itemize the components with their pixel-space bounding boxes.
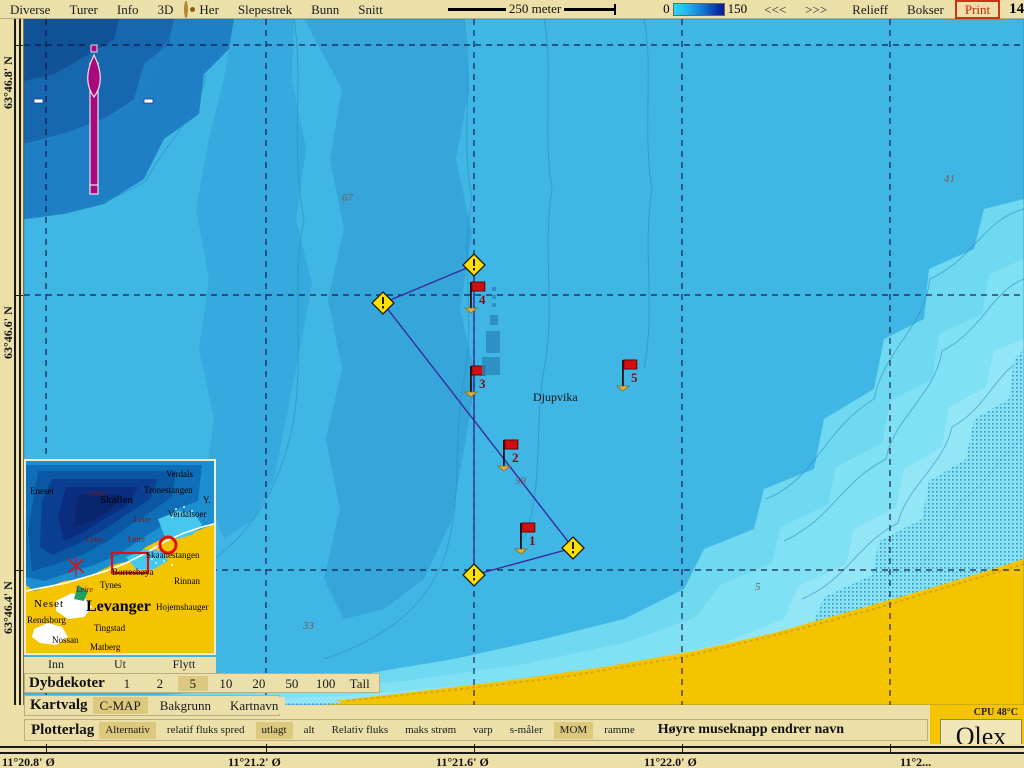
plotterlag-option-mom[interactable]: MOM — [553, 721, 594, 739]
plotterlag-toolbar: Plotterlag Alternativ relatif fluks spre… — [24, 719, 928, 741]
depth-label: 5 — [755, 581, 761, 593]
her-button[interactable]: Her — [191, 1, 227, 17]
next-button[interactable]: >>> — [797, 1, 836, 17]
turer-button[interactable]: Turer — [61, 1, 106, 17]
dybdekoter-option-100[interactable]: 100 — [309, 675, 341, 691]
slepestrek-button[interactable]: Slepestrek — [229, 1, 301, 17]
longitude-label: 11°21.2' Ø — [228, 755, 281, 768]
place-label-djupvika: Djupvika — [533, 390, 578, 404]
map-scale-bar: 250 meter — [447, 1, 617, 17]
flux-arrow-icon — [87, 44, 101, 195]
plotterlag-option-maks-strom[interactable]: maks strøm — [399, 721, 463, 739]
longitude-label: 11°22.0' Ø — [644, 755, 697, 768]
kartvalg-option-kartnavn[interactable]: Kartnavn — [222, 697, 286, 714]
longitude-label: 11°21.6' Ø — [436, 755, 489, 768]
flag-marker-label-3: 3 — [479, 376, 486, 391]
overview-inset-map[interactable]: Eneset Skallen Tronestangen Verdals Verd… — [24, 459, 216, 655]
depth-legend-min: 0 — [663, 1, 670, 16]
dybdekoter-toolbar: Dybdekoter 1 2 5 10 20 50 100 Tall — [24, 673, 380, 693]
clock: 14:52:02 — [1009, 0, 1024, 17]
plotterlag-label: Plotterlag — [31, 721, 95, 738]
plotterlag-hint: Høyre museknapp endrer navn — [657, 722, 845, 737]
plotterlag-option-utlagt[interactable]: utlagt — [255, 721, 293, 739]
longitude-label: 11°2... — [900, 755, 932, 768]
bunn-button[interactable]: Bunn — [303, 1, 348, 17]
inset-controls: Inn Ut Flytt — [24, 657, 216, 673]
kartvalg-option-bakgrunn[interactable]: Bakgrunn — [152, 697, 218, 714]
longitude-ruler: 11°20.8' Ø 11°21.2' Ø 11°21.6' Ø 11°22.0… — [0, 744, 1024, 768]
depth-legend-max: 150 — [727, 1, 748, 16]
dybdekoter-label: Dybdekoter — [29, 674, 105, 691]
scale-label: 250 meter — [508, 1, 562, 16]
flag-marker-label-5: 5 — [631, 370, 638, 385]
plotterlag-option-alt[interactable]: alt — [297, 721, 321, 739]
relieff-button[interactable]: Relieff — [844, 1, 897, 17]
plotterlag-option-varp[interactable]: varp — [467, 721, 499, 739]
dybdekoter-option-5[interactable]: 5 — [177, 675, 208, 691]
depth-label: 59 — [515, 475, 526, 487]
print-button[interactable]: Print — [954, 0, 1001, 19]
inset-move-button[interactable]: Flytt — [152, 657, 216, 673]
diverse-button[interactable]: Diverse — [2, 1, 59, 17]
3d-button[interactable]: 3D — [149, 1, 182, 17]
top-toolbar: Diverse Turer Info 3D Her Slepestrek Bun… — [0, 0, 1024, 19]
inset-zoom-out-button[interactable]: Ut — [88, 657, 152, 673]
flag-marker-label-2: 2 — [512, 450, 519, 465]
cpu-temperature-status: CPU 48°C — [973, 707, 1018, 718]
dybdekoter-option-20[interactable]: 20 — [243, 675, 274, 691]
info-button[interactable]: Info — [108, 1, 147, 17]
dybdekoter-option-10[interactable]: 10 — [210, 675, 241, 691]
compass-icon[interactable] — [184, 0, 196, 18]
olex-application-window: Diverse Turer Info 3D Her Slepestrek Bun… — [0, 0, 1024, 768]
bokser-button[interactable]: Bokser — [899, 1, 952, 17]
latitude-label: 63°46.6' N — [1, 306, 15, 359]
snitt-button[interactable]: Snitt — [350, 1, 391, 17]
dybdekoter-option-2[interactable]: 2 — [144, 675, 175, 691]
kartvalg-toolbar: Kartvalg C-MAP Bakgrunn Kartnavn — [24, 695, 286, 716]
longitude-label: 11°20.8' Ø — [2, 755, 55, 768]
plotterlag-option-s-maler[interactable]: s-måler — [503, 721, 549, 739]
dybdekoter-option-tall[interactable]: Tall — [343, 675, 375, 691]
dybdekoter-option-1[interactable]: 1 — [111, 675, 142, 691]
flag-marker-label-4: 4 — [479, 292, 486, 307]
plotterlag-option-relatif-fluks-spred[interactable]: relatif fluks spred — [160, 721, 251, 739]
inset-zoom-in-button[interactable]: Inn — [24, 657, 88, 673]
depth-label: 41 — [944, 173, 955, 185]
latitude-label: 63°46.8' N — [1, 56, 15, 109]
kartvalg-option-cmap[interactable]: C-MAP — [92, 697, 148, 714]
depth-label: 33 — [303, 620, 314, 632]
depth-gradient-swatch — [672, 2, 725, 16]
dybdekoter-option-50[interactable]: 50 — [276, 675, 307, 691]
plotterlag-option-alternativ[interactable]: Alternativ — [99, 721, 156, 739]
kartvalg-label: Kartvalg — [30, 697, 88, 713]
latitude-ruler: 63°46.8' N 63°46.6' N 63°46.4' N — [0, 19, 24, 705]
prev-button[interactable]: <<< — [756, 1, 795, 17]
depth-color-legend: 0 150 — [663, 1, 747, 17]
plotterlag-option-relativ-fluks[interactable]: Relativ fluks — [325, 721, 395, 739]
latitude-label: 63°46.4' N — [1, 581, 15, 634]
flag-marker-label-1: 1 — [529, 533, 536, 548]
depth-label: 67 — [342, 192, 353, 204]
plotterlag-option-ramme[interactable]: ramme — [598, 721, 641, 739]
